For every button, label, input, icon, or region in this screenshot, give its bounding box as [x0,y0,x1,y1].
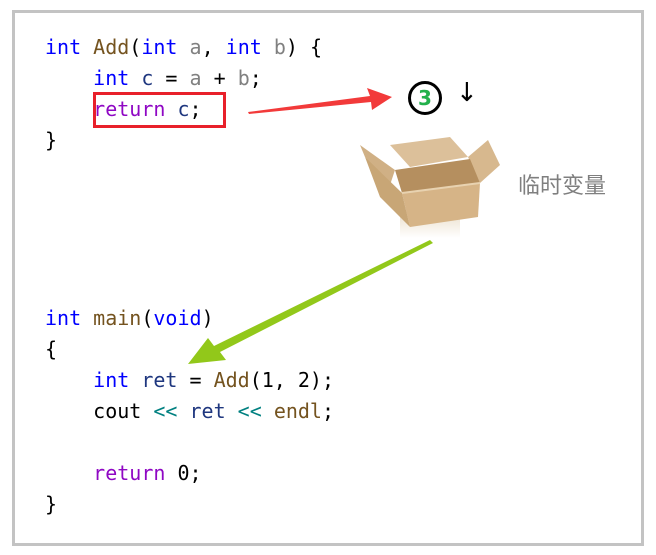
red-arrow [248,88,392,114]
temp-variable-label: 临时变量 [518,174,607,199]
step-number-badge: 3 [408,81,442,115]
down-arrow-icon: ↓ [456,78,478,108]
cardboard-box-icon [360,137,500,238]
step-number: 3 [418,86,432,110]
green-arrow [188,240,433,364]
arrows-overlay [188,88,433,364]
